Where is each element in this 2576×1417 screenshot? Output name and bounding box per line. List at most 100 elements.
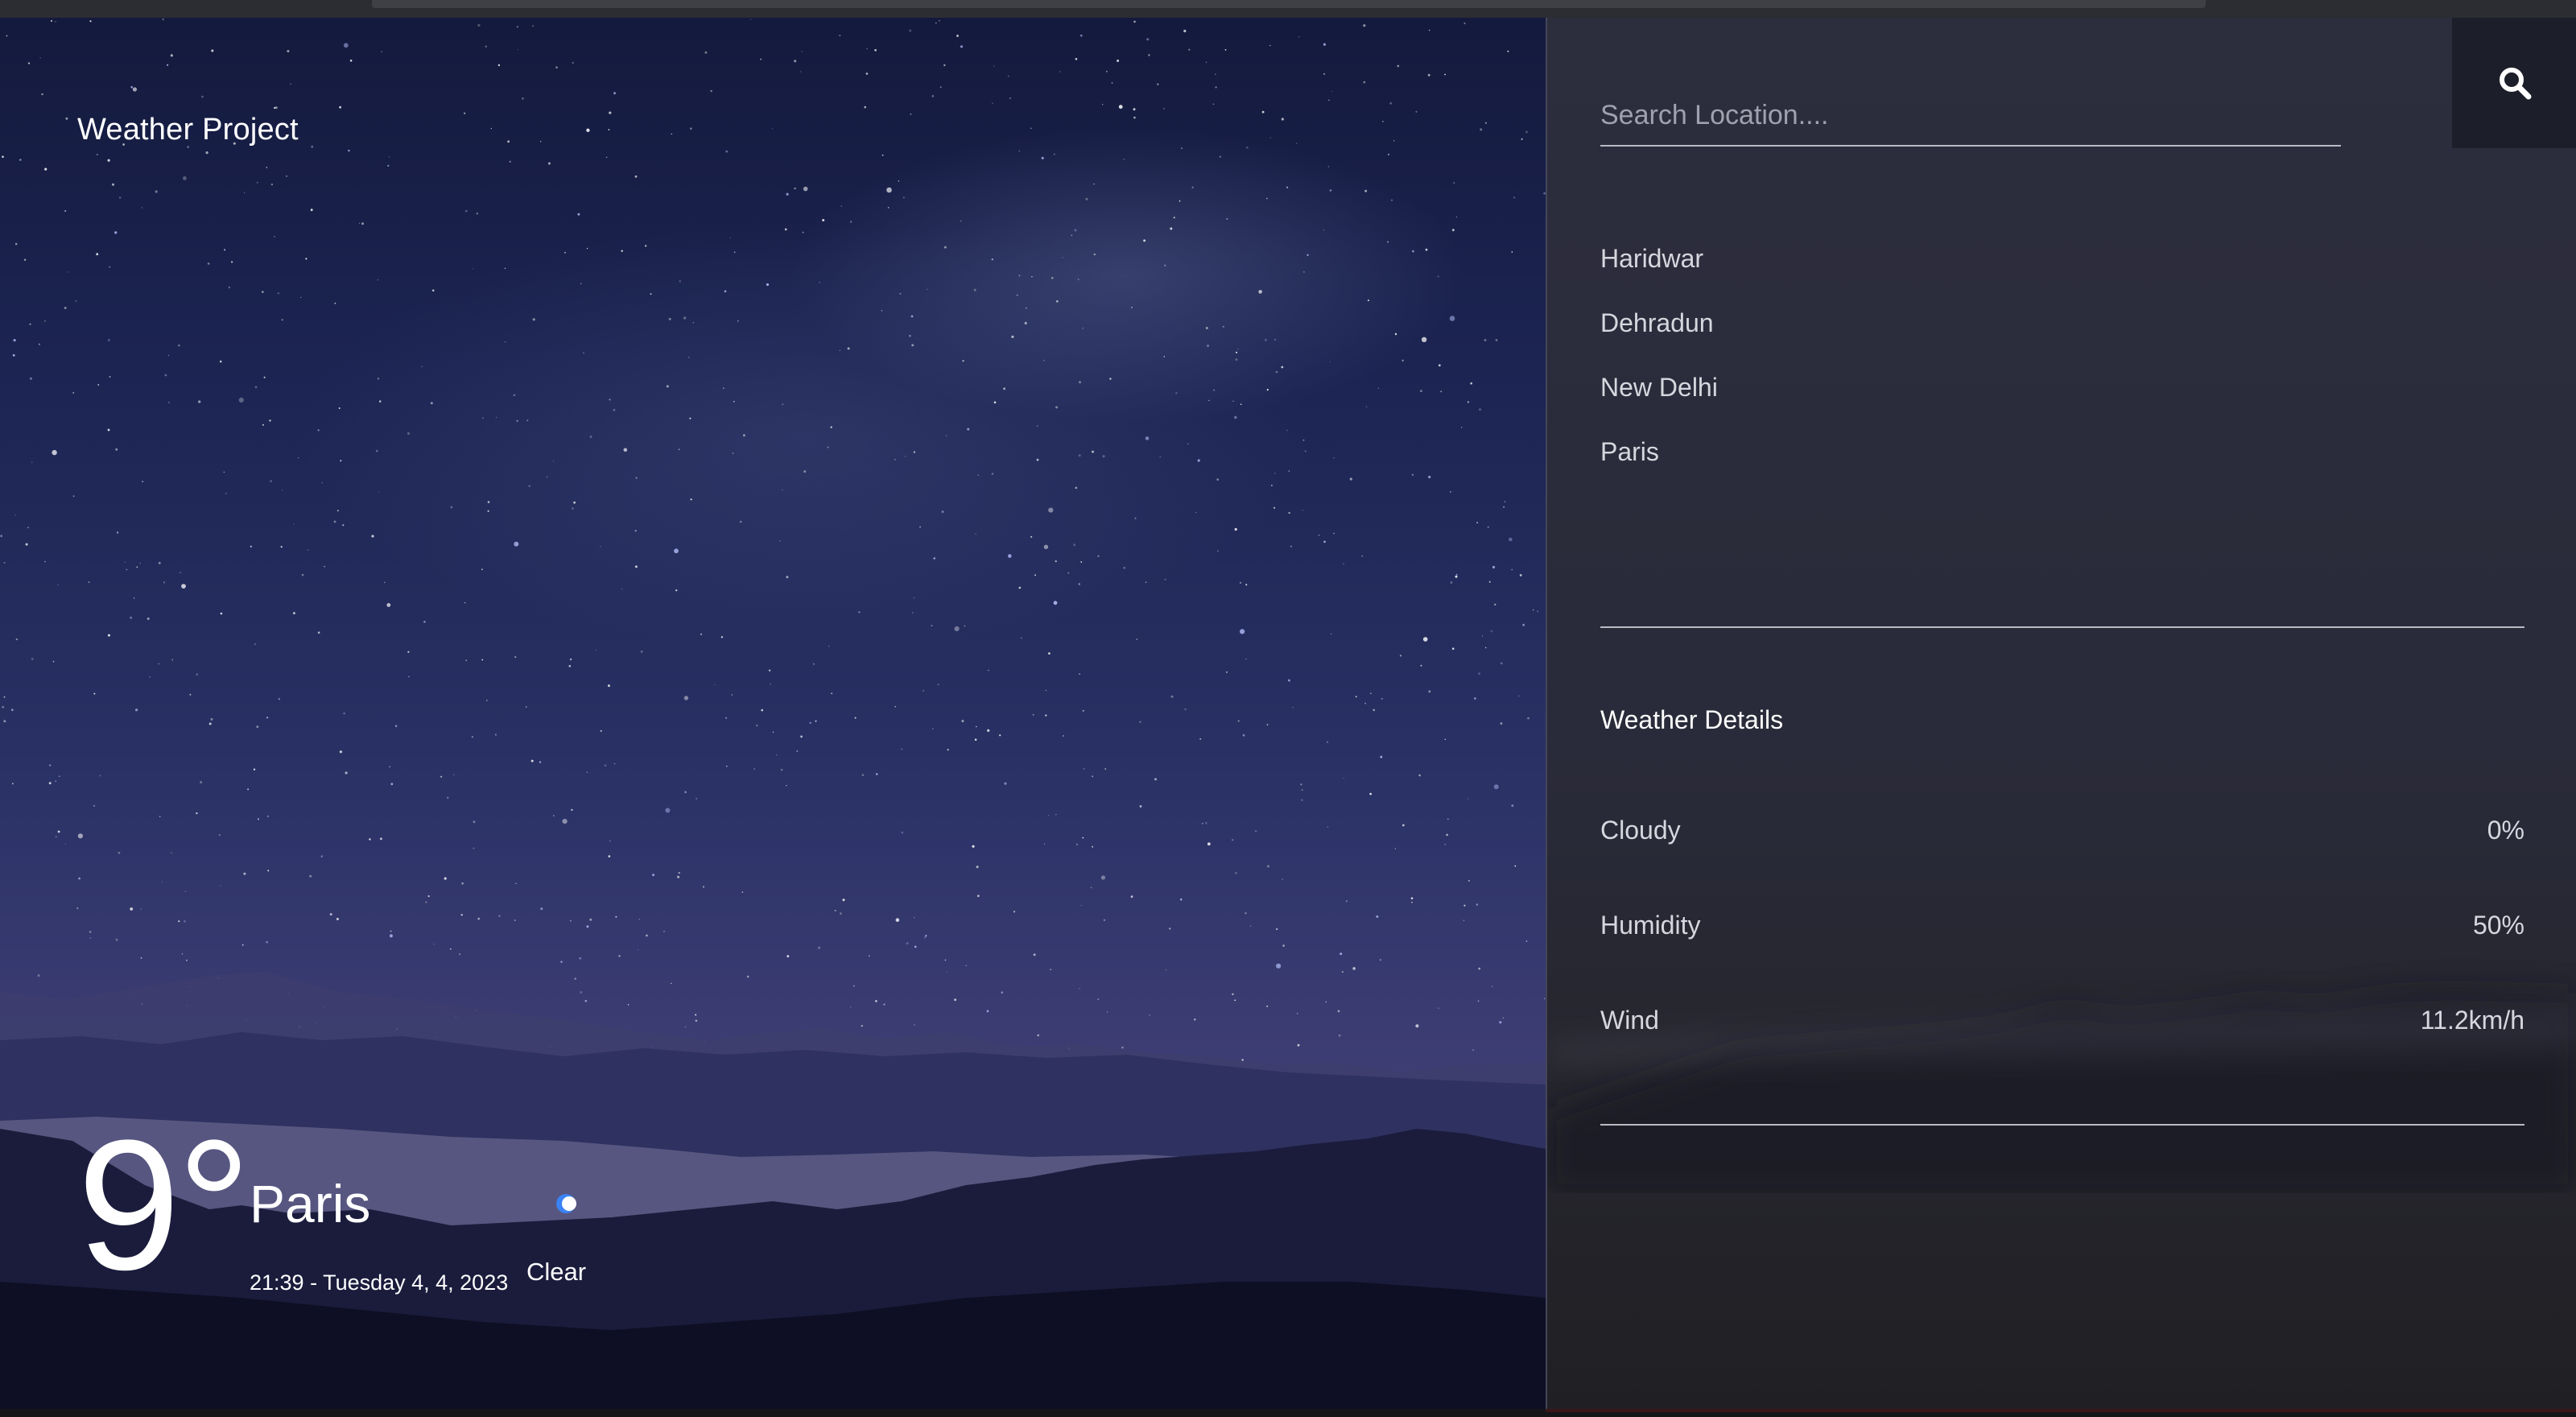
star [933, 557, 935, 560]
star [476, 213, 478, 215]
star [52, 449, 57, 456]
star [1369, 792, 1372, 795]
star [3, 696, 6, 698]
star [55, 21, 56, 23]
star [1295, 143, 1298, 144]
detail-value: 11.2km/h [2420, 1005, 2524, 1035]
browser-top-bar [0, 0, 2576, 18]
star [1008, 554, 1012, 558]
star [48, 782, 52, 785]
star [0, 535, 2, 538]
star [1245, 912, 1247, 915]
star [528, 485, 530, 487]
star [1287, 679, 1290, 682]
star [1077, 279, 1080, 281]
star [1215, 86, 1217, 89]
star [749, 19, 752, 20]
star [961, 720, 964, 723]
star [993, 401, 997, 404]
star [1055, 300, 1059, 303]
star [1055, 814, 1057, 816]
star [1276, 927, 1278, 931]
star [1237, 720, 1240, 722]
star [772, 731, 774, 733]
star [572, 507, 574, 510]
star [702, 886, 705, 888]
star [1290, 545, 1292, 547]
star [27, 527, 29, 529]
star [1082, 837, 1084, 839]
star [11, 708, 14, 712]
star [993, 65, 995, 67]
star [794, 60, 797, 63]
star [540, 907, 543, 911]
star [822, 219, 825, 221]
star [1082, 709, 1084, 712]
star [1092, 775, 1093, 778]
star [939, 19, 940, 22]
star [1447, 818, 1449, 820]
star [605, 156, 608, 159]
star [389, 766, 390, 768]
star [44, 167, 47, 171]
top-scrollbar[interactable] [372, 0, 2206, 8]
star [126, 568, 128, 571]
star [1092, 845, 1093, 848]
star [1148, 54, 1150, 56]
star [514, 656, 517, 659]
location-item-paris[interactable]: Paris [1600, 404, 2524, 499]
star [1164, 578, 1166, 580]
star [334, 302, 336, 304]
star [358, 222, 361, 225]
star [1053, 601, 1058, 605]
star [1274, 473, 1276, 474]
star [1181, 147, 1183, 150]
star [25, 543, 28, 546]
star [1327, 826, 1328, 828]
star [310, 209, 313, 212]
star [231, 261, 233, 263]
star [1455, 575, 1458, 578]
star [931, 625, 933, 626]
star [27, 62, 31, 64]
star [285, 175, 288, 177]
star [753, 768, 755, 770]
star [1364, 189, 1368, 192]
star [854, 717, 857, 719]
star [495, 416, 497, 419]
brand-title: Weather Project [77, 113, 299, 147]
star [1036, 458, 1039, 461]
star [57, 830, 60, 833]
star [1045, 714, 1047, 717]
star [290, 83, 292, 85]
star [919, 526, 921, 528]
star [465, 659, 467, 661]
star [1043, 843, 1046, 845]
star [1013, 911, 1016, 913]
star [464, 209, 468, 213]
search-input[interactable] [1600, 90, 2341, 147]
star [786, 192, 789, 196]
star [275, 106, 278, 109]
star [1444, 844, 1447, 845]
star [247, 788, 250, 791]
star [604, 764, 607, 766]
star [338, 407, 341, 409]
star [1455, 573, 1458, 576]
star [987, 729, 990, 733]
star [1080, 34, 1083, 37]
search-button[interactable] [2452, 18, 2576, 148]
star [1145, 581, 1147, 584]
star [1288, 511, 1290, 514]
star [1073, 543, 1076, 547]
star [904, 455, 906, 457]
star [1266, 389, 1269, 391]
details-panel: Haridwar Dehradun New Delhi Paris Weathe… [1546, 18, 2576, 1412]
star [116, 531, 119, 534]
star [830, 426, 832, 428]
star [973, 288, 976, 291]
star [324, 565, 325, 568]
star [254, 643, 256, 646]
star [1188, 48, 1191, 51]
star [839, 35, 841, 37]
